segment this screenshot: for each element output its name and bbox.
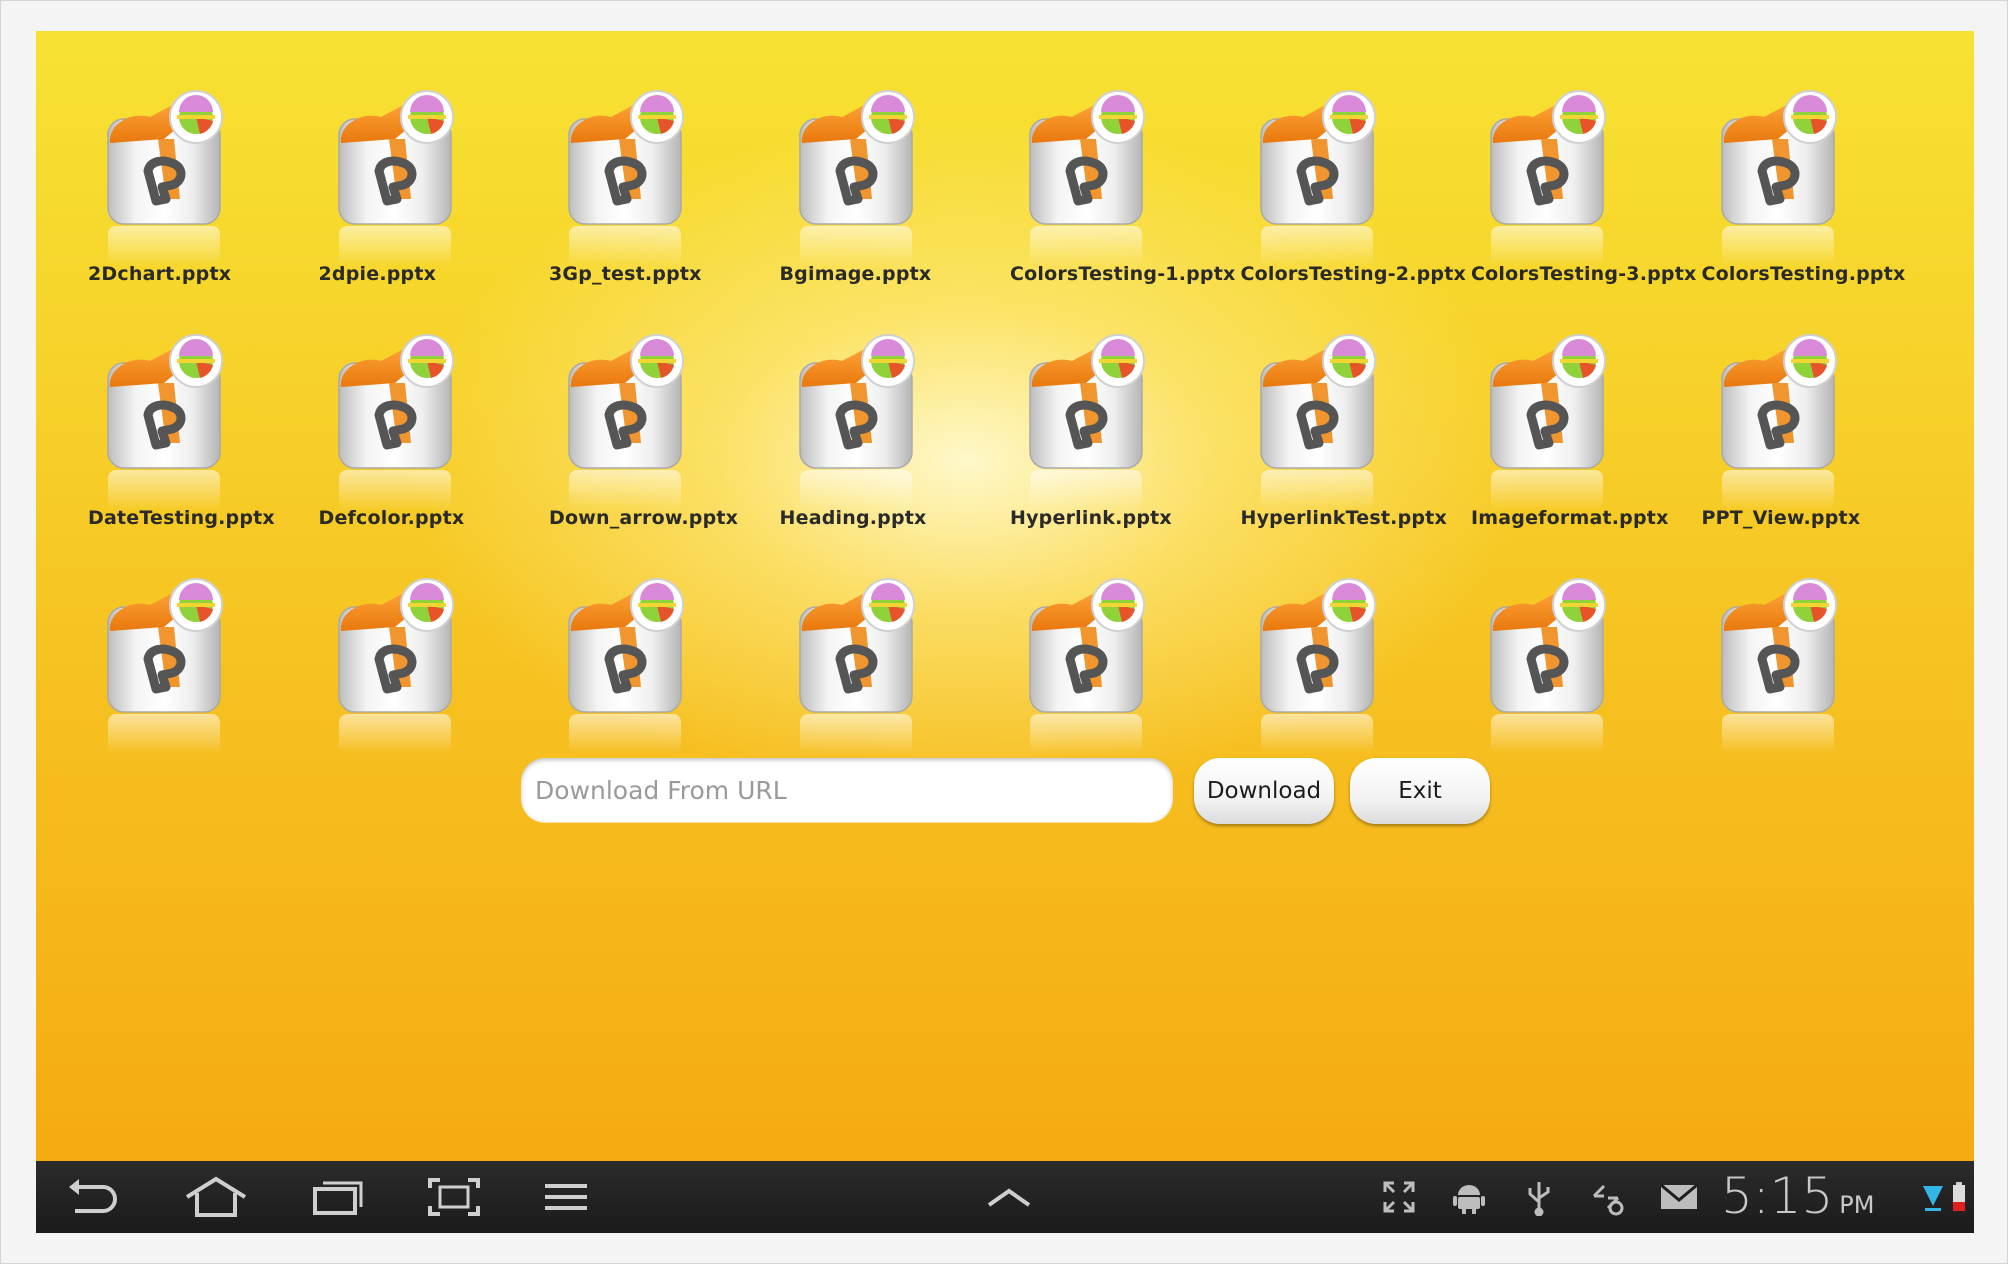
file-tile[interactable] [1702,569,1932,813]
system-navigation-bar: 5:15 PM [36,1161,1974,1233]
pptx-file-icon [1490,578,1606,754]
download-url-input[interactable] [521,758,1173,822]
exit-button[interactable]: Exit [1350,758,1490,824]
pptx-file-icon [107,334,223,510]
file-tile[interactable]: Imageformat.pptx [1471,325,1701,569]
pptx-file-icon [1490,90,1606,266]
pptx-file-icon [1259,90,1376,266]
file-name-label: Defcolor.pptx [318,507,465,529]
file-tile[interactable] [1471,569,1701,813]
fullscreen-icon[interactable] [1376,1161,1422,1233]
download-button[interactable]: Download [1194,758,1334,824]
file-tile[interactable]: ColorsTesting-2.pptx [1241,81,1471,325]
pptx-file-icon [107,90,223,266]
file-tile[interactable]: 3Gp_test.pptx [549,81,779,325]
file-name-label: 2Dchart.pptx [88,263,232,285]
file-tile[interactable]: Defcolor.pptx [319,325,549,569]
pptx-file-icon [798,334,915,510]
file-tile[interactable]: 2Dchart.pptx [88,81,318,325]
clock-time: 5:15 [1721,1167,1834,1225]
pptx-file-icon [1490,334,1606,510]
file-name-label: Heading.pptx [779,507,927,529]
pptx-file-icon [568,334,684,510]
pptx-file-icon [1720,334,1837,510]
file-name-label: ColorsTesting-3.pptx [1471,263,1697,285]
pptx-file-icon [1720,90,1837,266]
pptx-file-icon [1259,578,1376,754]
status-clock: 5:15 PM [1721,1167,1874,1229]
file-tile[interactable] [319,569,549,813]
file-name-label: ColorsTesting-1.pptx [1010,263,1236,285]
file-name-label: ColorsTesting-2.pptx [1240,263,1466,285]
email-icon [1654,1161,1704,1233]
file-name-label: Bgimage.pptx [779,263,932,285]
file-tile[interactable]: ColorsTesting-1.pptx [1010,81,1240,325]
file-name-label: PPT_View.pptx [1701,507,1861,529]
screenshot-icon[interactable] [424,1161,484,1233]
file-name-label: 2dpie.pptx [318,263,437,285]
file-tile[interactable]: ColorsTesting-3.pptx [1471,81,1701,325]
back-icon[interactable] [58,1161,128,1233]
pptx-file-icon [337,578,454,754]
menu-icon[interactable] [536,1161,596,1233]
pptx-file-icon [337,334,454,510]
sync-icon [1584,1161,1630,1233]
file-tile[interactable]: 2dpie.pptx [319,81,549,325]
file-name-label: 3Gp_test.pptx [549,263,702,285]
file-name-label: ColorsTesting.pptx [1701,263,1906,285]
pptx-file-icon [798,90,915,266]
file-tile[interactable]: Bgimage.pptx [780,81,1010,325]
recent-apps-icon[interactable] [306,1161,370,1233]
file-tile[interactable] [88,569,318,813]
file-tile[interactable]: DateTesting.pptx [88,325,318,569]
file-name-label: HyperlinkTest.pptx [1240,507,1447,529]
pptx-file-icon [337,90,454,266]
pptx-file-icon [1029,90,1145,266]
file-tile[interactable]: Hyperlink.pptx [1010,325,1240,569]
file-name-label: Imageformat.pptx [1471,507,1669,529]
pptx-file-icon [1029,578,1145,754]
wifi-icon [1920,1161,1946,1233]
app-area: 2Dchart.pptx 2dpie.pptx 3Gp_test.pptx Bg… [36,31,1974,1161]
file-tile[interactable]: ColorsTesting.pptx [1702,81,1932,325]
file-tile[interactable]: HyperlinkTest.pptx [1241,325,1471,569]
file-tile[interactable]: Heading.pptx [780,325,1010,569]
pptx-file-icon [107,578,223,754]
pptx-file-icon [568,578,684,754]
file-grid: 2Dchart.pptx 2dpie.pptx 3Gp_test.pptx Bg… [88,81,1932,813]
clock-ampm: PM [1839,1191,1875,1219]
up-chevron-icon[interactable] [979,1161,1039,1233]
pptx-file-icon [1259,334,1376,510]
tablet-screen: 2Dchart.pptx 2dpie.pptx 3Gp_test.pptx Bg… [36,31,1974,1233]
android-debug-icon [1446,1161,1492,1233]
file-tile[interactable]: Down_arrow.pptx [549,325,779,569]
usb-icon [1516,1161,1562,1233]
pptx-file-icon [1029,334,1145,510]
file-name-label: DateTesting.pptx [88,507,275,529]
battery-icon [1948,1161,1970,1233]
pptx-file-icon [1720,578,1837,754]
file-name-label: Hyperlink.pptx [1010,507,1172,529]
pptx-file-icon [568,90,684,266]
file-name-label: Down_arrow.pptx [549,507,739,529]
pptx-file-icon [798,578,915,754]
home-icon[interactable] [176,1161,256,1233]
device-frame: 2Dchart.pptx 2dpie.pptx 3Gp_test.pptx Bg… [0,0,2008,1264]
file-tile[interactable]: PPT_View.pptx [1702,325,1932,569]
